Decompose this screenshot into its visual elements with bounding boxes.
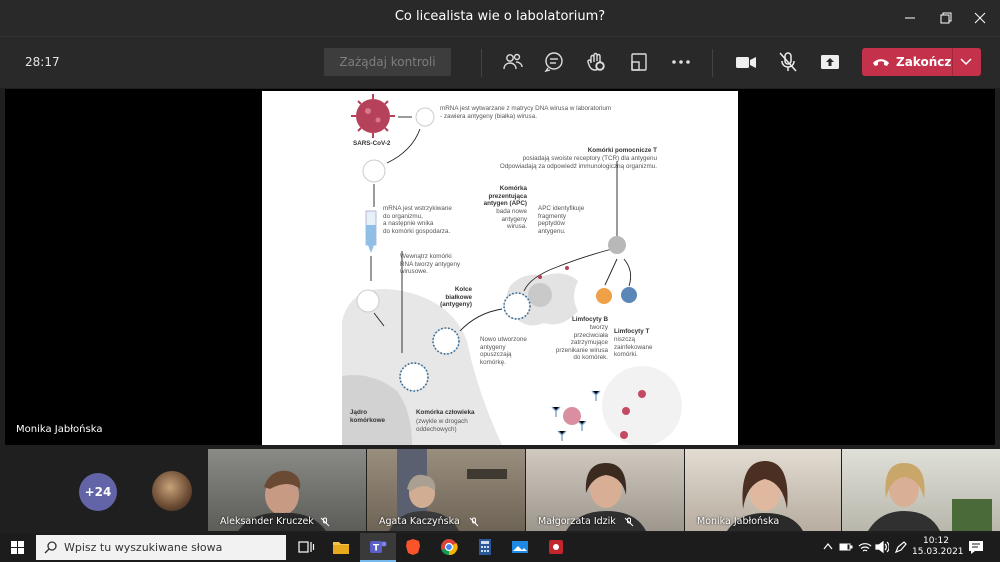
helper-t-text: posiadają swoiste receptory (TCR) dla an… — [499, 155, 657, 170]
presentation-app-icon[interactable] — [547, 538, 565, 556]
end-call-button[interactable]: Zakończ — [862, 48, 981, 76]
human-cell-text: (zwykle w drogach oddechowych) — [416, 418, 468, 433]
request-control-button[interactable]: Zażądaj kontroli — [324, 48, 451, 76]
nucleus-label: Jądro komórkowe — [350, 409, 385, 424]
windows-start-icon[interactable] — [11, 541, 24, 554]
photos-app-icon[interactable] — [511, 538, 529, 556]
inside-cell-text: Wewnątrz komórki RNA tworzy antygeny wirus… — [400, 253, 461, 276]
shared-slide: SARS-CoV-2 mRNA jest wytwarzane z matryc… — [262, 91, 738, 445]
chevron-up-icon[interactable] — [823, 542, 833, 550]
task-view-icon[interactable] — [297, 538, 315, 556]
chat-icon — [544, 52, 563, 73]
share-content-button[interactable] — [819, 51, 841, 73]
human-cell-title: Komórka człowieka — [416, 409, 475, 416]
virus-icon — [351, 94, 395, 138]
minimize-button[interactable] — [890, 0, 930, 36]
rooms-button[interactable] — [628, 51, 650, 73]
wifi-icon[interactable] — [858, 540, 872, 554]
window-title: Co licealista wie o labolatorium? — [394, 9, 606, 24]
helper-t-title: Komórki pomocnicze T — [587, 147, 657, 154]
presenter-name: Monika Jabłońska — [16, 424, 103, 435]
share-screen-icon — [821, 55, 839, 69]
raise-hand-icon — [587, 52, 605, 71]
mrna-made-text: mRNA jest wytwarzane z matrycy DNA wirus… — [440, 105, 612, 120]
participant-name: Aleksander Kruczek — [220, 516, 314, 527]
b-cells-title: Limfocyty B — [571, 316, 608, 323]
sars-label: SARS-CoV-2 — [353, 140, 391, 147]
chat-button[interactable] — [543, 51, 565, 73]
t-cells-title: Limfocyty T — [614, 328, 650, 335]
breakout-rooms-icon — [631, 53, 647, 71]
video-tile[interactable] — [842, 449, 1000, 531]
more-icon — [672, 60, 690, 64]
system-clock[interactable]: 10:12 15.03.2021 — [912, 536, 964, 558]
windows-taskbar: Wpisz tu wyszukiwane słowa T 10:12 15.03… — [0, 533, 1000, 562]
chevron-down-icon — [960, 58, 972, 66]
participants-icon — [503, 53, 523, 70]
mrna-inject-text: mRNA jest wstrzykiwane do organizmu, a nas… — [383, 205, 452, 235]
toolbar-divider — [712, 49, 713, 77]
clock-date: 15.03.2021 — [912, 547, 964, 557]
pen-icon[interactable] — [894, 540, 908, 554]
phone-hangup-icon — [873, 59, 889, 66]
svg-text:T: T — [373, 544, 380, 554]
slide-illustration — [342, 94, 682, 445]
close-button[interactable] — [960, 0, 1000, 36]
clock-time: 10:12 — [923, 536, 949, 546]
brave-browser-icon[interactable] — [404, 538, 422, 556]
video-tile[interactable]: Monika Jabłońska — [685, 449, 841, 531]
microphone-muted-icon — [624, 517, 634, 527]
search-placeholder: Wpisz tu wyszukiwane słowa — [64, 541, 223, 554]
teams-meeting-window: Co licealista wie o labolatorium? 28:17 … — [0, 0, 1000, 562]
reactions-button[interactable] — [585, 51, 607, 73]
apc-identify-text: APC identyfikuje fragmenty peptydów antygen… — [538, 205, 585, 235]
microphone-muted-icon — [779, 52, 797, 72]
participant-name: Małgorzata Idzik — [538, 516, 616, 527]
notifications-icon[interactable] — [968, 540, 984, 555]
spikes-title: Kolce białkowe (antygeny) — [440, 286, 472, 309]
chrome-icon[interactable] — [440, 538, 458, 556]
participant-name: Agata Kaczyńska — [379, 516, 460, 527]
minimize-icon — [905, 17, 915, 19]
toolbar-divider — [481, 49, 482, 77]
volume-icon[interactable] — [875, 540, 889, 554]
restore-icon — [940, 12, 952, 24]
participants-button[interactable] — [502, 51, 524, 73]
new-antigens-text: Nowo utworzone antygeny opuszczają komórkę. — [480, 336, 527, 366]
close-icon — [974, 12, 986, 24]
search-icon — [44, 541, 57, 554]
apc-text: bada nowe antygeny wirusa. — [496, 208, 527, 231]
b-cells-text: tworzy przeciwciała zatrzymujące przenikani… — [555, 324, 608, 362]
end-call-label: Zakończ — [896, 55, 952, 69]
microphone-button[interactable] — [777, 51, 799, 73]
video-tile[interactable]: Agata Kaczyńska — [367, 449, 525, 531]
microphone-muted-icon — [469, 517, 479, 527]
more-actions-button[interactable] — [670, 51, 692, 73]
taskbar-search-box[interactable]: Wpisz tu wyszukiwane słowa — [36, 535, 286, 560]
participant-name: Monika Jabłońska — [697, 516, 780, 527]
calculator-icon[interactable] — [476, 538, 494, 556]
teams-icon[interactable]: T — [369, 538, 387, 556]
t-cells-text: niszczą zainfekowane komórki. — [614, 336, 653, 359]
microphone-muted-icon — [320, 517, 330, 527]
camera-button[interactable] — [735, 51, 757, 73]
meeting-toolbar: 28:17 Zażądaj kontroli Zakończ — [0, 36, 1000, 88]
more-participants-button[interactable]: +24 — [79, 473, 117, 511]
participant-video — [868, 463, 992, 531]
video-tile[interactable]: Małgorzata Idzik — [526, 449, 684, 531]
camera-icon — [736, 57, 756, 68]
apc-title: Komórka prezentująca antygen (APC) — [483, 185, 527, 208]
avatar[interactable] — [152, 471, 192, 511]
call-timer: 28:17 — [25, 55, 60, 69]
video-tile[interactable]: Aleksander Kruczek — [208, 449, 366, 531]
file-explorer-icon[interactable] — [332, 538, 350, 556]
battery-icon[interactable] — [839, 541, 853, 553]
title-bar: Co licealista wie o labolatorium? — [0, 0, 1000, 36]
